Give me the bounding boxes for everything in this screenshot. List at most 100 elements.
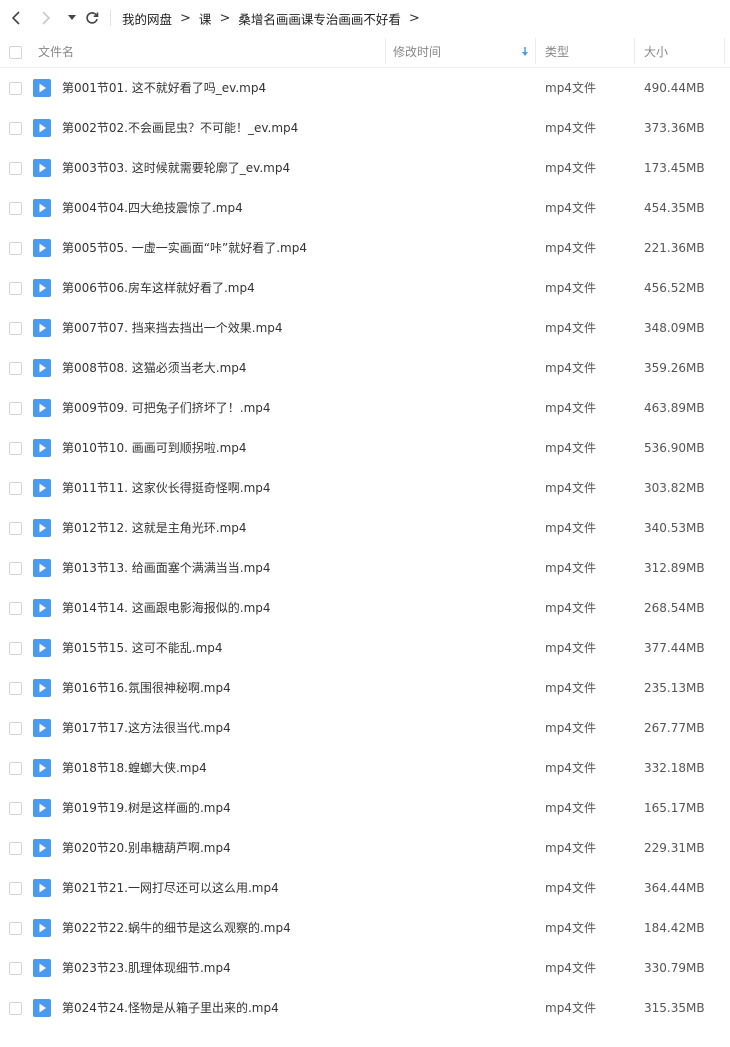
- column-divider[interactable]: [535, 38, 536, 64]
- file-name[interactable]: 第010节10. 画画可到顺拐啦.mp4: [62, 428, 247, 468]
- row-checkbox[interactable]: [9, 962, 22, 975]
- row-checkbox[interactable]: [9, 642, 22, 655]
- file-row[interactable]: 第020节20.别串糖葫芦啊.mp4 mp4文件 229.31MB: [0, 828, 730, 868]
- file-name[interactable]: 第018节18.蝗螂大侠.mp4: [62, 748, 207, 788]
- file-row[interactable]: 第024节24.怪物是从箱子里出来的.mp4 mp4文件 315.35MB: [0, 988, 730, 1028]
- file-name[interactable]: 第006节06.房车这样就好看了.mp4: [62, 268, 255, 308]
- breadcrumb-item-current[interactable]: 桑增名画画课专治画画不好看: [238, 9, 401, 28]
- row-checkbox[interactable]: [9, 402, 22, 415]
- file-name[interactable]: 第011节11. 这家伙长得挺奇怪啊.mp4: [62, 468, 271, 508]
- toolbar: 我的网盘 > 课 > 桑增名画画课专治画画不好看 >: [0, 0, 730, 36]
- file-name[interactable]: 第022节22.蜗牛的细节是这么观察的.mp4: [62, 908, 291, 948]
- file-size: 359.26MB: [644, 361, 705, 375]
- row-checkbox[interactable]: [9, 202, 22, 215]
- file-name[interactable]: 第015节15. 这可不能乱.mp4: [62, 628, 223, 668]
- row-checkbox[interactable]: [9, 922, 22, 935]
- row-checkbox[interactable]: [9, 882, 22, 895]
- refresh-button[interactable]: [82, 8, 102, 28]
- file-size: 303.82MB: [644, 481, 705, 495]
- row-checkbox[interactable]: [9, 1002, 22, 1015]
- file-row[interactable]: 第018节18.蝗螂大侠.mp4 mp4文件 332.18MB: [0, 748, 730, 788]
- file-row[interactable]: 第003节03. 这时候就需要轮廓了_ev.mp4 mp4文件 173.45MB: [0, 148, 730, 188]
- file-row[interactable]: 第015节15. 这可不能乱.mp4 mp4文件 377.44MB: [0, 628, 730, 668]
- row-checkbox[interactable]: [9, 562, 22, 575]
- file-name[interactable]: 第023节23.肌理体现细节.mp4: [62, 948, 231, 988]
- row-checkbox[interactable]: [9, 242, 22, 255]
- file-row[interactable]: 第014节14. 这画跟电影海报似的.mp4 mp4文件 268.54MB: [0, 588, 730, 628]
- file-name[interactable]: 第024节24.怪物是从箱子里出来的.mp4: [62, 988, 279, 1028]
- file-name[interactable]: 第001节01. 这不就好看了吗_ev.mp4: [62, 68, 266, 108]
- file-name[interactable]: 第002节02.不会画昆虫？不可能！_ev.mp4: [62, 108, 298, 148]
- row-checkbox[interactable]: [9, 762, 22, 775]
- video-file-icon: [33, 839, 51, 857]
- breadcrumb-item-root[interactable]: 我的网盘: [122, 9, 172, 28]
- back-button[interactable]: [6, 8, 26, 28]
- row-checkbox[interactable]: [9, 442, 22, 455]
- column-header-size[interactable]: 大小: [644, 36, 668, 68]
- file-row[interactable]: 第013节13. 给画面塞个满满当当.mp4 mp4文件 312.89MB: [0, 548, 730, 588]
- column-header-modified[interactable]: 修改时间: [393, 36, 441, 68]
- column-divider[interactable]: [385, 38, 386, 64]
- history-dropdown-button[interactable]: [62, 8, 82, 28]
- column-divider[interactable]: [724, 38, 725, 64]
- video-file-icon: [33, 999, 51, 1017]
- file-row[interactable]: 第017节17.这方法很当代.mp4 mp4文件 267.77MB: [0, 708, 730, 748]
- file-name[interactable]: 第012节12. 这就是主角光环.mp4: [62, 508, 247, 548]
- column-header-type[interactable]: 类型: [545, 36, 569, 68]
- row-checkbox[interactable]: [9, 682, 22, 695]
- file-row[interactable]: 第023节23.肌理体现细节.mp4 mp4文件 330.79MB: [0, 948, 730, 988]
- file-row[interactable]: 第022节22.蜗牛的细节是这么观察的.mp4 mp4文件 184.42MB: [0, 908, 730, 948]
- file-name[interactable]: 第008节08. 这猫必须当老大.mp4: [62, 348, 247, 388]
- video-file-icon: [33, 879, 51, 897]
- column-header-name[interactable]: 文件名: [38, 36, 74, 68]
- row-checkbox[interactable]: [9, 162, 22, 175]
- video-file-icon: [33, 239, 51, 257]
- column-divider[interactable]: [634, 38, 635, 64]
- file-row[interactable]: 第006节06.房车这样就好看了.mp4 mp4文件 456.52MB: [0, 268, 730, 308]
- breadcrumb-separator-icon: >: [180, 10, 191, 26]
- row-checkbox[interactable]: [9, 82, 22, 95]
- file-row[interactable]: 第001节01. 这不就好看了吗_ev.mp4 mp4文件 490.44MB: [0, 68, 730, 108]
- file-name[interactable]: 第020节20.别串糖葫芦啊.mp4: [62, 828, 231, 868]
- file-row[interactable]: 第009节09. 可把兔子们挤坏了！.mp4 mp4文件 463.89MB: [0, 388, 730, 428]
- file-name[interactable]: 第017节17.这方法很当代.mp4: [62, 708, 231, 748]
- row-checkbox[interactable]: [9, 522, 22, 535]
- file-name[interactable]: 第021节21.一网打尽还可以这么用.mp4: [62, 868, 279, 908]
- row-checkbox[interactable]: [9, 722, 22, 735]
- breadcrumb-item-course[interactable]: 课: [199, 9, 212, 28]
- row-checkbox[interactable]: [9, 282, 22, 295]
- file-row[interactable]: 第002节02.不会画昆虫？不可能！_ev.mp4 mp4文件 373.36MB: [0, 108, 730, 148]
- row-checkbox[interactable]: [9, 122, 22, 135]
- row-checkbox[interactable]: [9, 362, 22, 375]
- video-file-icon: [33, 439, 51, 457]
- file-name[interactable]: 第016节16.氛围很神秘啊.mp4: [62, 668, 231, 708]
- file-row[interactable]: 第016节16.氛围很神秘啊.mp4 mp4文件 235.13MB: [0, 668, 730, 708]
- file-row[interactable]: 第011节11. 这家伙长得挺奇怪啊.mp4 mp4文件 303.82MB: [0, 468, 730, 508]
- forward-button[interactable]: [36, 8, 56, 28]
- sort-descending-icon[interactable]: [520, 47, 530, 57]
- file-row[interactable]: 第004节04.四大绝技震惊了.mp4 mp4文件 454.35MB: [0, 188, 730, 228]
- file-name[interactable]: 第019节19.树是这样画的.mp4: [62, 788, 231, 828]
- file-row[interactable]: 第008节08. 这猫必须当老大.mp4 mp4文件 359.26MB: [0, 348, 730, 388]
- file-name[interactable]: 第013节13. 给画面塞个满满当当.mp4: [62, 548, 271, 588]
- row-checkbox[interactable]: [9, 802, 22, 815]
- file-row[interactable]: 第012节12. 这就是主角光环.mp4 mp4文件 340.53MB: [0, 508, 730, 548]
- file-name[interactable]: 第009节09. 可把兔子们挤坏了！.mp4: [62, 388, 271, 428]
- file-name[interactable]: 第005节05. 一虚一实画面“咔”就好看了.mp4: [62, 228, 307, 268]
- select-all-checkbox[interactable]: [9, 46, 22, 59]
- row-checkbox[interactable]: [9, 482, 22, 495]
- file-name[interactable]: 第003节03. 这时候就需要轮廓了_ev.mp4: [62, 148, 290, 188]
- file-name[interactable]: 第007节07. 挡来挡去挡出一个效果.mp4: [62, 308, 283, 348]
- row-checkbox[interactable]: [9, 322, 22, 335]
- file-row[interactable]: 第010节10. 画画可到顺拐啦.mp4 mp4文件 536.90MB: [0, 428, 730, 468]
- file-row[interactable]: 第007节07. 挡来挡去挡出一个效果.mp4 mp4文件 348.09MB: [0, 308, 730, 348]
- row-checkbox[interactable]: [9, 842, 22, 855]
- row-checkbox[interactable]: [9, 602, 22, 615]
- file-row[interactable]: 第019节19.树是这样画的.mp4 mp4文件 165.17MB: [0, 788, 730, 828]
- breadcrumb-separator-icon[interactable]: >: [409, 11, 420, 26]
- file-size: 165.17MB: [644, 801, 705, 815]
- file-name[interactable]: 第014节14. 这画跟电影海报似的.mp4: [62, 588, 271, 628]
- file-row[interactable]: 第005节05. 一虚一实画面“咔”就好看了.mp4 mp4文件 221.36MB: [0, 228, 730, 268]
- file-name[interactable]: 第004节04.四大绝技震惊了.mp4: [62, 188, 243, 228]
- file-row[interactable]: 第021节21.一网打尽还可以这么用.mp4 mp4文件 364.44MB: [0, 868, 730, 908]
